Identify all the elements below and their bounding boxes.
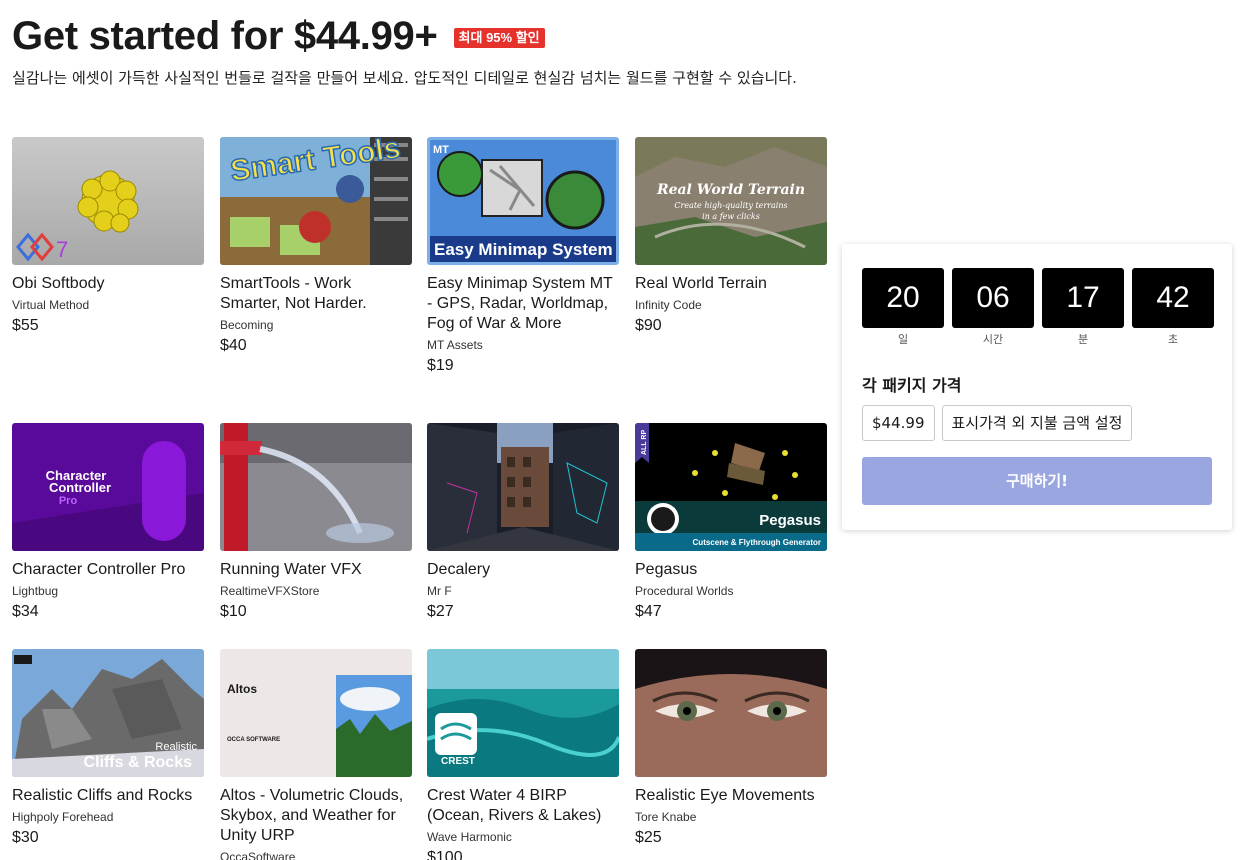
product-card[interactable]: Smart Tools SmartTools - Work Smarter, N…	[220, 137, 412, 356]
svg-text:CREST: CREST	[441, 756, 475, 767]
product-publisher[interactable]: Virtual Method	[12, 297, 204, 313]
svg-text:in a few clicks: in a few clicks	[702, 212, 760, 221]
product-card[interactable]: Character Controller Pro Character Contr…	[12, 423, 204, 622]
product-name[interactable]: Crest Water 4 BIRP (Ocean, Rivers & Lake…	[427, 786, 619, 826]
product-publisher[interactable]: Procedural Worlds	[635, 583, 827, 599]
product-card[interactable]: Real World Terrain Create high-quality t…	[635, 137, 827, 336]
product-price: $40	[220, 337, 247, 354]
product-price: $25	[635, 829, 662, 846]
product-name[interactable]: Realistic Cliffs and Rocks	[12, 786, 204, 806]
product-card[interactable]: Realistic Cliffs & Rocks Realistic Cliff…	[12, 649, 204, 848]
svg-text:Pro: Pro	[59, 495, 78, 507]
product-name[interactable]: Character Controller Pro	[12, 560, 204, 580]
product-price: $27	[427, 603, 454, 620]
bundle-description: 실감나는 에셋이 가득한 사실적인 번들로 걸작을 만들어 보세요. 압도적인 …	[12, 69, 797, 87]
product-publisher[interactable]: Highpoly Forehead	[12, 809, 204, 825]
svg-text:Controller: Controller	[49, 480, 111, 495]
product-card[interactable]: 7 Obi Softbody Virtual Method $55	[12, 137, 204, 336]
timer-hours-label: 시간	[982, 333, 1004, 346]
product-thumbnail[interactable]	[220, 423, 412, 551]
product-card[interactable]: Easy Minimap System MT Easy Minimap Syst…	[427, 137, 619, 376]
product-thumbnail[interactable]: Real World Terrain Create high-quality t…	[635, 137, 827, 265]
product-name[interactable]: Obi Softbody	[12, 274, 204, 294]
product-card[interactable]: ALL RP Pegasus Cutscene & Flythrough Gen…	[635, 423, 827, 622]
product-card[interactable]: CREST Crest Water 4 BIRP (Ocean, Rivers …	[427, 649, 619, 860]
product-thumbnail[interactable]: Altos OCCA SOFTWARE	[220, 649, 412, 777]
product-card[interactable]: Running Water VFX RealtimeVFXStore $10	[220, 423, 412, 622]
product-card[interactable]: Altos OCCA SOFTWARE Altos - Volumetric C…	[220, 649, 412, 860]
page-title: Get started for $44.99+	[12, 14, 438, 58]
product-thumbnail[interactable]: ALL RP Pegasus Cutscene & Flythrough Gen…	[635, 423, 827, 551]
product-thumbnail[interactable]: 7	[12, 137, 204, 265]
timer-hours: 06 시간	[952, 268, 1034, 347]
product-publisher[interactable]: Becoming	[220, 317, 412, 333]
page-header: Get started for $44.99+ 최대 95% 할인 실감나는 에…	[12, 12, 832, 90]
svg-text:Real World Terrain: Real World Terrain	[656, 182, 805, 198]
svg-text:Altos: Altos	[227, 682, 257, 696]
discount-badge: 최대 95% 할인	[453, 28, 545, 48]
product-card[interactable]: Decalery Mr F $27	[427, 423, 619, 622]
timer-days-value: 20	[862, 268, 944, 328]
product-publisher[interactable]: Infinity Code	[635, 297, 827, 313]
svg-text:Create high-quality terrains: Create high-quality terrains	[674, 201, 787, 210]
product-name[interactable]: Pegasus	[635, 560, 827, 580]
timer-minutes-label: 분	[1077, 333, 1089, 346]
svg-text:MT: MT	[433, 144, 449, 156]
timer-hours-value: 06	[952, 268, 1034, 328]
product-price: $47	[635, 603, 662, 620]
timer-seconds-value: 42	[1132, 268, 1214, 328]
pricing-title: 각 패키지 가격	[862, 376, 962, 395]
timer-seconds-label: 초	[1167, 333, 1179, 346]
svg-text:OCCA SOFTWARE: OCCA SOFTWARE	[227, 737, 280, 743]
product-name[interactable]: Altos - Volumetric Clouds, Skybox, and W…	[220, 786, 412, 846]
product-thumbnail[interactable]: Realistic Cliffs & Rocks	[12, 649, 204, 777]
product-name[interactable]: Decalery	[427, 560, 619, 580]
timer-minutes-value: 17	[1042, 268, 1124, 328]
product-publisher[interactable]: Tore Knabe	[635, 809, 827, 825]
timer-days: 20 일	[862, 268, 944, 347]
timer-days-label: 일	[897, 333, 909, 346]
product-thumbnail[interactable]: Smart Tools	[220, 137, 412, 265]
svg-text:7: 7	[56, 237, 68, 262]
svg-text:Cutscene & Flythrough Generato: Cutscene & Flythrough Generator	[693, 538, 821, 547]
product-publisher[interactable]: Lightbug	[12, 583, 204, 599]
product-price: $30	[12, 829, 39, 846]
countdown-timer: 20 일 06 시간 17 분 42 초	[862, 268, 1214, 347]
buy-button[interactable]: 구매하기!	[862, 457, 1212, 505]
product-publisher[interactable]: Wave Harmonic	[427, 829, 619, 845]
product-price: $19	[427, 357, 454, 374]
timer-minutes: 17 분	[1042, 268, 1124, 347]
product-name[interactable]: SmartTools - Work Smarter, Not Harder.	[220, 274, 412, 314]
svg-text:Cliffs & Rocks: Cliffs & Rocks	[84, 754, 193, 771]
product-price: $90	[635, 317, 662, 334]
product-price: $100	[427, 849, 463, 860]
purchase-panel: 20 일 06 시간 17 분 42 초 각 패키지 가격 $44.99 표시가…	[842, 244, 1232, 530]
product-price: $55	[12, 317, 39, 334]
svg-text:Realistic: Realistic	[155, 741, 197, 753]
product-publisher[interactable]: MT Assets	[427, 337, 619, 353]
product-thumbnail[interactable]	[635, 649, 827, 777]
product-publisher[interactable]: RealtimeVFXStore	[220, 583, 412, 599]
product-thumbnail[interactable]: Character Controller Pro	[12, 423, 204, 551]
product-thumbnail[interactable]	[427, 423, 619, 551]
custom-amount-button[interactable]: 표시가격 외 지불 금액 설정	[941, 405, 1133, 441]
product-name[interactable]: Realistic Eye Movements	[635, 786, 827, 806]
product-card[interactable]: Realistic Eye Movements Tore Knabe $25	[635, 649, 827, 848]
product-price: $10	[220, 603, 247, 620]
svg-text:Easy Minimap System: Easy Minimap System	[434, 240, 613, 259]
product-thumbnail[interactable]: Easy Minimap System MT	[427, 137, 619, 265]
product-thumbnail[interactable]: CREST	[427, 649, 619, 777]
price-option-button[interactable]: $44.99	[862, 405, 935, 441]
product-name[interactable]: Real World Terrain	[635, 274, 827, 294]
svg-text:ALL RP: ALL RP	[641, 430, 648, 455]
product-name[interactable]: Running Water VFX	[220, 560, 412, 580]
product-publisher[interactable]: OccaSoftware	[220, 849, 412, 860]
price-options: $44.99 표시가격 외 지불 금액 설정	[862, 405, 1133, 441]
timer-seconds: 42 초	[1132, 268, 1214, 347]
svg-text:Pegasus: Pegasus	[759, 512, 821, 529]
product-price: $34	[12, 603, 39, 620]
product-name[interactable]: Easy Minimap System MT - GPS, Radar, Wor…	[427, 274, 619, 334]
product-publisher[interactable]: Mr F	[427, 583, 619, 599]
